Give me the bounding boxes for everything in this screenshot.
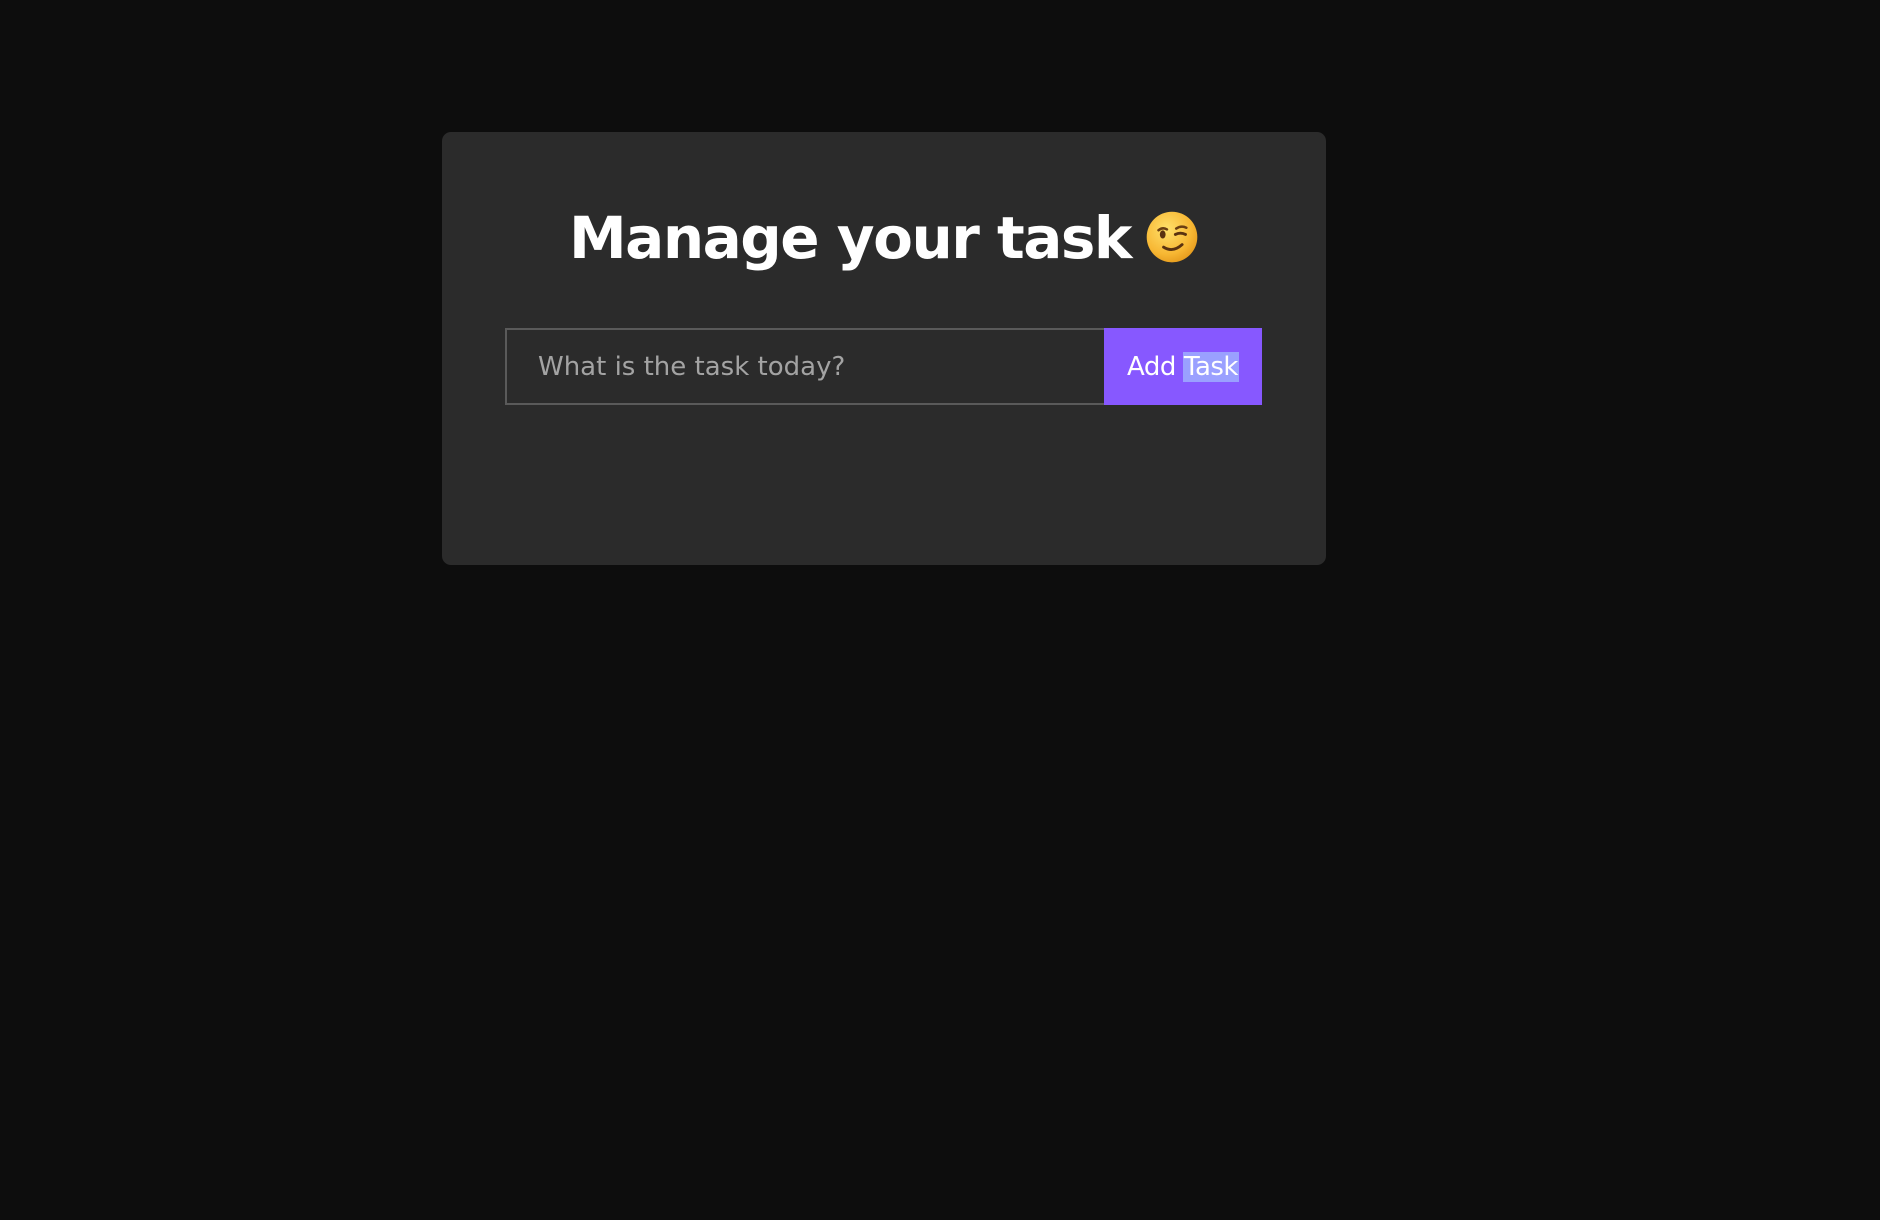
add-task-button-label: Add <box>1127 351 1176 382</box>
page-title-text: Manage your task <box>568 204 1133 272</box>
add-task-button[interactable]: Add Task <box>1104 328 1262 405</box>
task-input[interactable] <box>505 328 1104 405</box>
add-task-form: AddTask <box>505 328 1262 405</box>
page-title: Manage your task <box>442 204 1326 274</box>
winking-face-icon <box>1146 211 1198 263</box>
add-task-button-selected-text: Task <box>1182 351 1239 382</box>
todo-card: Manage your task AddTask <box>442 132 1326 565</box>
